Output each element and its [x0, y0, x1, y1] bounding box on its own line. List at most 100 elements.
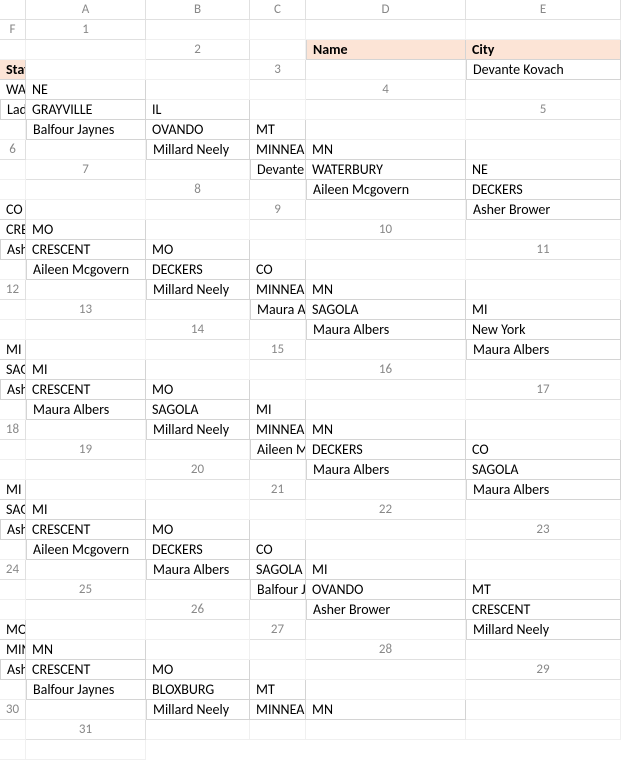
cell-A8[interactable]	[250, 180, 306, 200]
cell-city-row5[interactable]: OVANDO	[146, 120, 250, 140]
cell-state-row15[interactable]: MI	[26, 360, 146, 380]
cell-E12[interactable]	[466, 280, 621, 300]
cell-E31[interactable]	[0, 740, 26, 760]
cell-city-row14[interactable]: New York	[466, 320, 621, 340]
cell-city-row7[interactable]: WATERBURY	[306, 160, 466, 180]
cell-A9[interactable]	[306, 200, 466, 220]
cell-state-row29[interactable]: MT	[250, 680, 306, 700]
cell-city-row6[interactable]: MINNEAPOLIS	[250, 140, 306, 160]
cell-A19[interactable]	[146, 440, 250, 460]
cell-city-row26[interactable]: CRESCENT	[466, 600, 621, 620]
cell-E18[interactable]	[466, 420, 621, 440]
cell-A30[interactable]	[26, 700, 146, 720]
cell-A5[interactable]	[0, 120, 26, 140]
cell-F30[interactable]	[0, 720, 26, 740]
col-header-a[interactable]: A	[26, 0, 146, 20]
cell-city-row9[interactable]: CRESCENT	[0, 220, 26, 240]
cell-E24[interactable]	[466, 560, 621, 580]
col-header-d[interactable]: D	[306, 0, 466, 20]
cell-state-row24[interactable]: MI	[306, 560, 466, 580]
cell-city-row20[interactable]: SAGOLA	[466, 460, 621, 480]
cell-name-row4[interactable]: Ladonna Keller	[0, 100, 26, 120]
cell-B31[interactable]	[250, 720, 306, 740]
cell-F12[interactable]	[0, 300, 26, 320]
cell-A3[interactable]	[306, 60, 466, 80]
table-header-state[interactable]: State	[0, 60, 26, 80]
cell-state-row14[interactable]: MI	[0, 340, 26, 360]
row-header-10[interactable]: 10	[306, 220, 466, 240]
cell-A28[interactable]	[466, 640, 621, 660]
row-header-11[interactable]: 11	[466, 240, 621, 260]
cell-state-row8[interactable]: CO	[0, 200, 26, 220]
row-header-28[interactable]: 28	[306, 640, 466, 660]
cell-name-row6[interactable]: Millard Neely	[146, 140, 250, 160]
row-header-19[interactable]: 19	[26, 440, 146, 460]
row-header-23[interactable]: 23	[466, 520, 621, 540]
cell-name-row10[interactable]: Asher Brower	[0, 240, 26, 260]
cell-state-row17[interactable]: MI	[250, 400, 306, 420]
row-header-22[interactable]: 22	[306, 500, 466, 520]
cell-name-row18[interactable]: Millard Neely	[146, 420, 250, 440]
cell-city-row11[interactable]: DECKERS	[146, 260, 250, 280]
cell-state-row23[interactable]: CO	[250, 540, 306, 560]
row-header-18[interactable]: 18	[0, 420, 26, 440]
cell-A16[interactable]	[466, 360, 621, 380]
cell-A18[interactable]	[26, 420, 146, 440]
cell-state-row30[interactable]: MN	[306, 700, 466, 720]
row-header-6[interactable]: 6	[0, 140, 26, 160]
cell-name-row26[interactable]: Asher Brower	[306, 600, 466, 620]
cell-city-row13[interactable]: SAGOLA	[306, 300, 466, 320]
cell-city-row15[interactable]: SAGOLA	[0, 360, 26, 380]
cell-name-row3[interactable]: Devante Kovach	[466, 60, 621, 80]
cell-A20[interactable]	[250, 460, 306, 480]
row-header-31[interactable]: 31	[26, 720, 146, 740]
table-header-name[interactable]: Name	[306, 40, 466, 60]
cell-name-row8[interactable]: Aileen Mcgovern	[306, 180, 466, 200]
cell-F19[interactable]	[26, 460, 146, 480]
cell-A23[interactable]	[0, 540, 26, 560]
cell-F26[interactable]	[146, 620, 250, 640]
cell-state-row18[interactable]: MN	[306, 420, 466, 440]
cell-F31[interactable]	[26, 740, 146, 760]
cell-city-row23[interactable]: DECKERS	[146, 540, 250, 560]
cell-name-row20[interactable]: Maura Albers	[306, 460, 466, 480]
cell-E26[interactable]	[26, 620, 146, 640]
cell-name-row9[interactable]: Asher Brower	[466, 200, 621, 220]
cell-E5[interactable]	[306, 120, 466, 140]
cell-E21[interactable]	[146, 500, 250, 520]
cell-state-row19[interactable]: CO	[466, 440, 621, 460]
cell-state-row22[interactable]: MO	[146, 520, 250, 540]
cell-E27[interactable]	[146, 640, 250, 660]
cell-A21[interactable]	[306, 480, 466, 500]
cell-A2[interactable]	[250, 40, 306, 60]
cell-city-row25[interactable]: OVANDO	[306, 580, 466, 600]
cell-city-row8[interactable]: DECKERS	[466, 180, 621, 200]
cell-F1[interactable]	[26, 40, 146, 60]
cell-C31[interactable]	[306, 720, 466, 740]
cell-A22[interactable]	[466, 500, 621, 520]
cell-city-row12[interactable]: MINNEAPOLIS	[250, 280, 306, 300]
cell-E14[interactable]	[26, 340, 146, 360]
row-header-24[interactable]: 24	[0, 560, 26, 580]
cell-F11[interactable]	[466, 260, 621, 280]
cell-name-row5[interactable]: Balfour Jaynes	[26, 120, 146, 140]
cell-D1[interactable]	[466, 20, 621, 40]
cell-A15[interactable]	[306, 340, 466, 360]
cell-F2[interactable]	[146, 60, 250, 80]
row-header-1[interactable]: 1	[26, 20, 146, 40]
cell-A31[interactable]	[146, 720, 250, 740]
cell-state-row11[interactable]: CO	[250, 260, 306, 280]
cell-city-row21[interactable]: SAGOLA	[0, 500, 26, 520]
cell-C1[interactable]	[306, 20, 466, 40]
row-header-9[interactable]: 9	[250, 200, 306, 220]
cell-A4[interactable]	[466, 80, 621, 100]
row-header-8[interactable]: 8	[146, 180, 250, 200]
cell-name-row28[interactable]: Asher Brower	[0, 660, 26, 680]
cell-name-row25[interactable]: Balfour Jaynes	[250, 580, 306, 600]
cell-F3[interactable]	[250, 80, 306, 100]
row-header-15[interactable]: 15	[250, 340, 306, 360]
cell-D31[interactable]	[466, 720, 621, 740]
cell-E4[interactable]	[250, 100, 306, 120]
spreadsheet-grid[interactable]: ABCDEF12NameCityState3Devante KovachWATE…	[0, 0, 621, 760]
cell-A12[interactable]	[26, 280, 146, 300]
